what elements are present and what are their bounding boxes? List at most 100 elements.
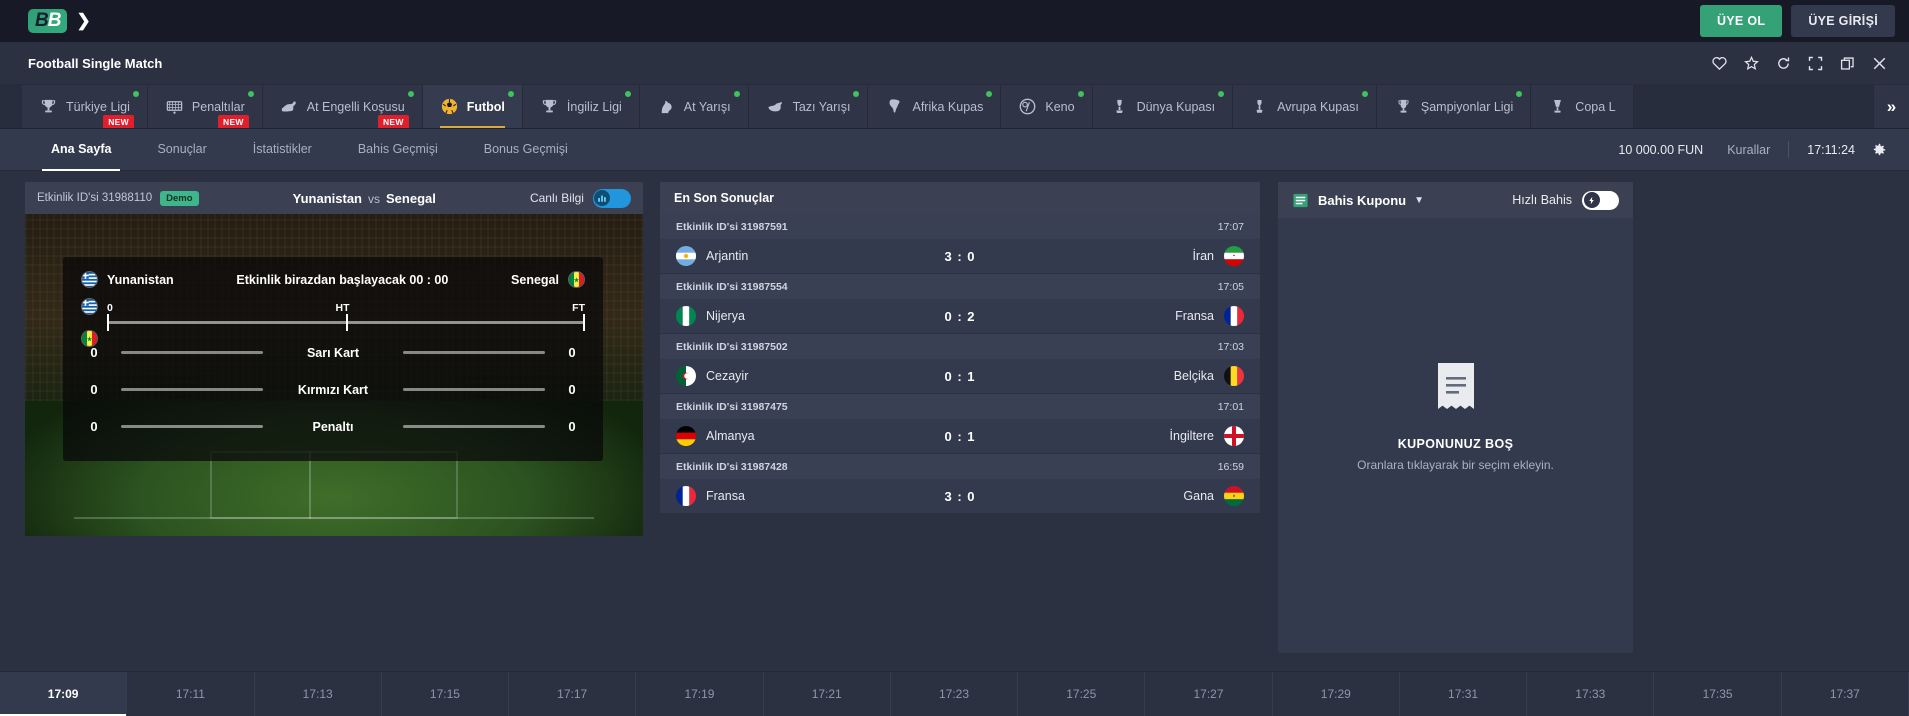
gear-icon[interactable]	[1871, 142, 1887, 158]
star-icon[interactable]	[1744, 55, 1759, 71]
match-stage[interactable]: Yunanistan Etkinlik birazdan başlayacak …	[25, 214, 643, 536]
result-away-team: Fransa	[1054, 306, 1244, 326]
sport-tab-i-ngiliz-ligi[interactable]: İngiliz Ligi	[522, 85, 640, 128]
sport-tab-t-rkiye-ligi[interactable]: Türkiye Ligi NEW	[22, 85, 148, 128]
table-row[interactable]: Almanya 0 : 1 İngiltere	[660, 419, 1260, 453]
result-score: 0 : 1	[944, 428, 976, 444]
time-slot[interactable]: 17:25	[1018, 672, 1146, 716]
result-home-name: Nijerya	[706, 309, 745, 323]
match-vs-label: vs	[368, 191, 380, 206]
clock-label: 17:11:24	[1807, 142, 1855, 157]
subnav-item-ana-sayfa[interactable]: Ana Sayfa	[28, 129, 134, 171]
stat-row: 0 Sarı Kart 0	[81, 334, 585, 371]
sport-tab-keno[interactable]: Keno	[1001, 85, 1093, 128]
timeline-home-flag-icon	[81, 298, 98, 315]
senegal-flag-icon	[567, 271, 585, 288]
subnav-item-bahis-ge-mi-i[interactable]: Bahis Geçmişi	[335, 129, 461, 171]
sport-tab-afrika-kupas[interactable]: Afrika Kupas	[868, 85, 1002, 128]
result-away-name: İngiltere	[1169, 429, 1214, 443]
ghana-flag-icon	[1224, 486, 1244, 506]
sport-tab-d-nya-kupas[interactable]: Dünya Kupası	[1092, 85, 1234, 128]
time-slot[interactable]: 17:23	[891, 672, 1019, 716]
result-group[interactable]: Etkinlik ID'si 31987502 17:03 Cezayir 0 : 1…	[660, 334, 1260, 394]
heart-icon[interactable]	[1712, 56, 1727, 71]
signup-button[interactable]: ÜYE OL	[1699, 5, 1783, 37]
sport-tab-label: At Engelli Koşusu	[306, 99, 405, 114]
live-dot-indicator	[132, 91, 139, 97]
france-flag-icon	[1224, 306, 1244, 326]
sport-tab-copa-l[interactable]: Copa L	[1531, 85, 1634, 128]
sport-tab-at-engelli-ko-usu[interactable]: At Engelli Koşusu NEW	[262, 85, 423, 128]
time-slot[interactable]: 17:13	[255, 672, 382, 716]
table-row[interactable]: Cezayir 0 : 1 Belçika	[660, 359, 1260, 393]
top-bar-actions: ÜYE OL ÜYE GİRİŞİ	[1699, 5, 1895, 37]
time-slot[interactable]: 17:17	[509, 672, 637, 716]
rules-link[interactable]: Kurallar	[1727, 143, 1788, 157]
trophy-icon	[39, 97, 58, 116]
close-icon[interactable]	[1872, 56, 1887, 71]
time-slot[interactable]: 17:37	[1782, 672, 1909, 716]
time-slot[interactable]: 17:31	[1400, 672, 1528, 716]
sub-nav-right: 10 000.00 FUN Kurallar 17:11:24	[1618, 141, 1887, 158]
time-slot[interactable]: 17:35	[1654, 672, 1782, 716]
sport-tab-futbol[interactable]: Futbol	[422, 85, 523, 128]
subnav-item-bonus-ge-mi-i[interactable]: Bonus Geçmişi	[461, 129, 591, 171]
result-score: 3 : 0	[944, 488, 976, 504]
subnav-item-sonu-lar[interactable]: Sonuçlar	[134, 129, 229, 171]
stat-label: Kırmızı Kart	[297, 382, 369, 397]
receipt-icon	[1292, 192, 1309, 209]
nigeria-flag-icon	[676, 306, 696, 326]
popout-icon[interactable]	[1840, 56, 1855, 71]
time-slot[interactable]: 17:15	[382, 672, 510, 716]
app-root: BB ❯ ÜYE OL ÜYE GİRİŞİ Football Single M…	[0, 0, 1909, 716]
table-row[interactable]: Fransa 3 : 0 Gana	[660, 479, 1260, 513]
result-group[interactable]: Etkinlik ID'si 31987428 16:59 Fransa 3 : 0 G…	[660, 454, 1260, 514]
title-row: Football Single Match	[0, 42, 1909, 85]
fullscreen-icon[interactable]	[1808, 56, 1823, 71]
greyhound-icon	[766, 97, 785, 116]
result-group[interactable]: Etkinlik ID'si 31987591 17:07 Arjantin 3 : …	[660, 214, 1260, 274]
subnav-item-i-statistikler[interactable]: İstatistikler	[230, 129, 335, 171]
bet-slip-header: Bahis Kuponu ▼ Hızlı Bahis	[1278, 182, 1633, 218]
result-group[interactable]: Etkinlik ID'si 31987475 17:01 Almanya 0 : 1…	[660, 394, 1260, 454]
brand-logo[interactable]: BB ❯	[28, 8, 91, 34]
time-slot[interactable]: 17:09	[0, 672, 128, 716]
result-away-team: Belçika	[1054, 366, 1244, 386]
france-flag-icon	[676, 486, 696, 506]
time-slot[interactable]: 17:19	[636, 672, 764, 716]
timeline-tick-full	[583, 314, 585, 331]
time-slot[interactable]: 17:11	[127, 672, 255, 716]
quick-bet-toggle[interactable]	[1582, 190, 1619, 210]
result-id-row: Etkinlik ID'si 31987591 17:07	[660, 214, 1260, 239]
result-home-name: Fransa	[706, 489, 745, 503]
tabs-more-button[interactable]: »	[1873, 85, 1909, 128]
timeline-away-flag-icon	[81, 330, 98, 347]
sport-tab-at-yar[interactable]: At Yarışı	[639, 85, 749, 128]
chevron-down-icon[interactable]: ▼	[1414, 195, 1424, 206]
time-slot[interactable]: 17:21	[764, 672, 891, 716]
live-info-toggle[interactable]	[592, 188, 631, 208]
sport-tab-penalt-lar[interactable]: Penaltılar NEW	[147, 85, 263, 128]
result-home-team: Fransa	[676, 486, 866, 506]
live-dot-indicator	[247, 91, 254, 97]
bet-slip-panel: Bahis Kuponu ▼ Hızlı Bahis KUPONUNUZ BOŞ…	[1278, 182, 1633, 653]
sport-tab-label: Tazı Yarışı	[792, 99, 851, 114]
stat-home-value: 0	[90, 419, 98, 434]
refresh-icon[interactable]	[1776, 56, 1791, 71]
time-slot[interactable]: 17:27	[1145, 672, 1273, 716]
belgium-flag-icon	[1224, 366, 1244, 386]
result-time: 17:03	[1217, 340, 1244, 353]
sport-tab-ampiyonlar-ligi[interactable]: Şampiyonlar Ligi	[1376, 85, 1532, 128]
table-row[interactable]: Nijerya 0 : 2 Fransa	[660, 299, 1260, 333]
sport-tab-avrupa-kupas[interactable]: Avrupa Kupası	[1233, 85, 1377, 128]
stat-bar-away	[403, 351, 545, 354]
time-slot[interactable]: 17:29	[1273, 672, 1400, 716]
table-row[interactable]: Arjantin 3 : 0 İran	[660, 239, 1260, 273]
sport-tab-taz-yar[interactable]: Tazı Yarışı	[748, 85, 869, 128]
balance-amount: 10 000.00 FUN	[1618, 142, 1704, 157]
logo-letter-1: B	[35, 9, 49, 31]
time-slot[interactable]: 17:33	[1527, 672, 1655, 716]
result-group[interactable]: Etkinlik ID'si 31987554 17:05 Nijerya 0 : 2…	[660, 274, 1260, 334]
timeline-half-label: HT	[335, 302, 350, 314]
login-button[interactable]: ÜYE GİRİŞİ	[1791, 5, 1895, 37]
